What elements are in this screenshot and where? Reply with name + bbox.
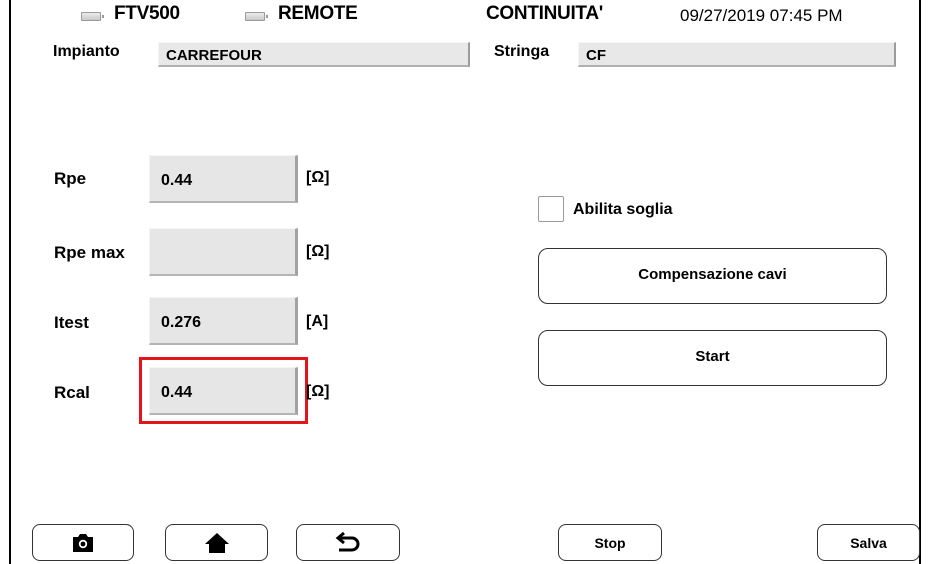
datetime: 09/27/2019 07:45 PM [680,6,843,25]
rpe-label: Rpe [54,169,87,188]
camera-button[interactable] [32,524,134,561]
itest-value-box[interactable]: 0.276 [149,297,298,345]
salva-button[interactable]: Salva [817,524,920,561]
test-title: CONTINUITA' [486,3,603,24]
stringa-label: Stringa [494,43,550,60]
camera-icon [73,533,93,552]
stop-label: Stop [594,534,626,551]
impianto-label: Impianto [53,43,120,60]
start-label: Start [695,347,730,365]
back-arrow-icon [335,531,360,551]
itest-label: Itest [54,313,89,332]
home-button[interactable] [165,524,268,561]
compensazione-cavi-button[interactable]: Compensazione cavi [538,248,887,304]
status-bar: FTV500 REMOTE CONTINUITA' 09/27/2019 07:… [0,0,929,36]
rpe-max-unit: [Ω] [306,243,330,260]
rpe-max-value-box[interactable] [149,228,298,276]
remote-indicator-icon [245,12,268,21]
home-icon [204,532,229,553]
stringa-field[interactable]: CF [578,42,896,67]
rcal-label: Rcal [54,383,90,402]
frame-left-border [9,0,11,564]
stop-button[interactable]: Stop [558,524,662,561]
rpe-unit: [Ω] [306,169,330,186]
compensazione-cavi-label: Compensazione cavi [638,265,787,283]
salva-label: Salva [850,534,887,551]
mode-label: REMOTE [278,3,358,24]
device-name: FTV500 [114,3,180,24]
rpe-value-box[interactable]: 0.44 [149,155,298,203]
abilita-soglia-label: Abilita soglia [573,201,673,218]
impianto-field[interactable]: CARREFOUR [158,42,470,67]
start-button[interactable]: Start [538,330,887,386]
battery-icon [81,12,104,21]
rcal-unit: [Ω] [306,383,330,400]
abilita-soglia-checkbox[interactable] [538,196,564,222]
frame-right-border [919,0,921,564]
rcal-value-box[interactable]: 0.44 [149,367,298,415]
back-button[interactable] [296,524,400,561]
itest-unit: [A] [306,313,329,330]
rpe-max-label: Rpe max [54,243,125,262]
